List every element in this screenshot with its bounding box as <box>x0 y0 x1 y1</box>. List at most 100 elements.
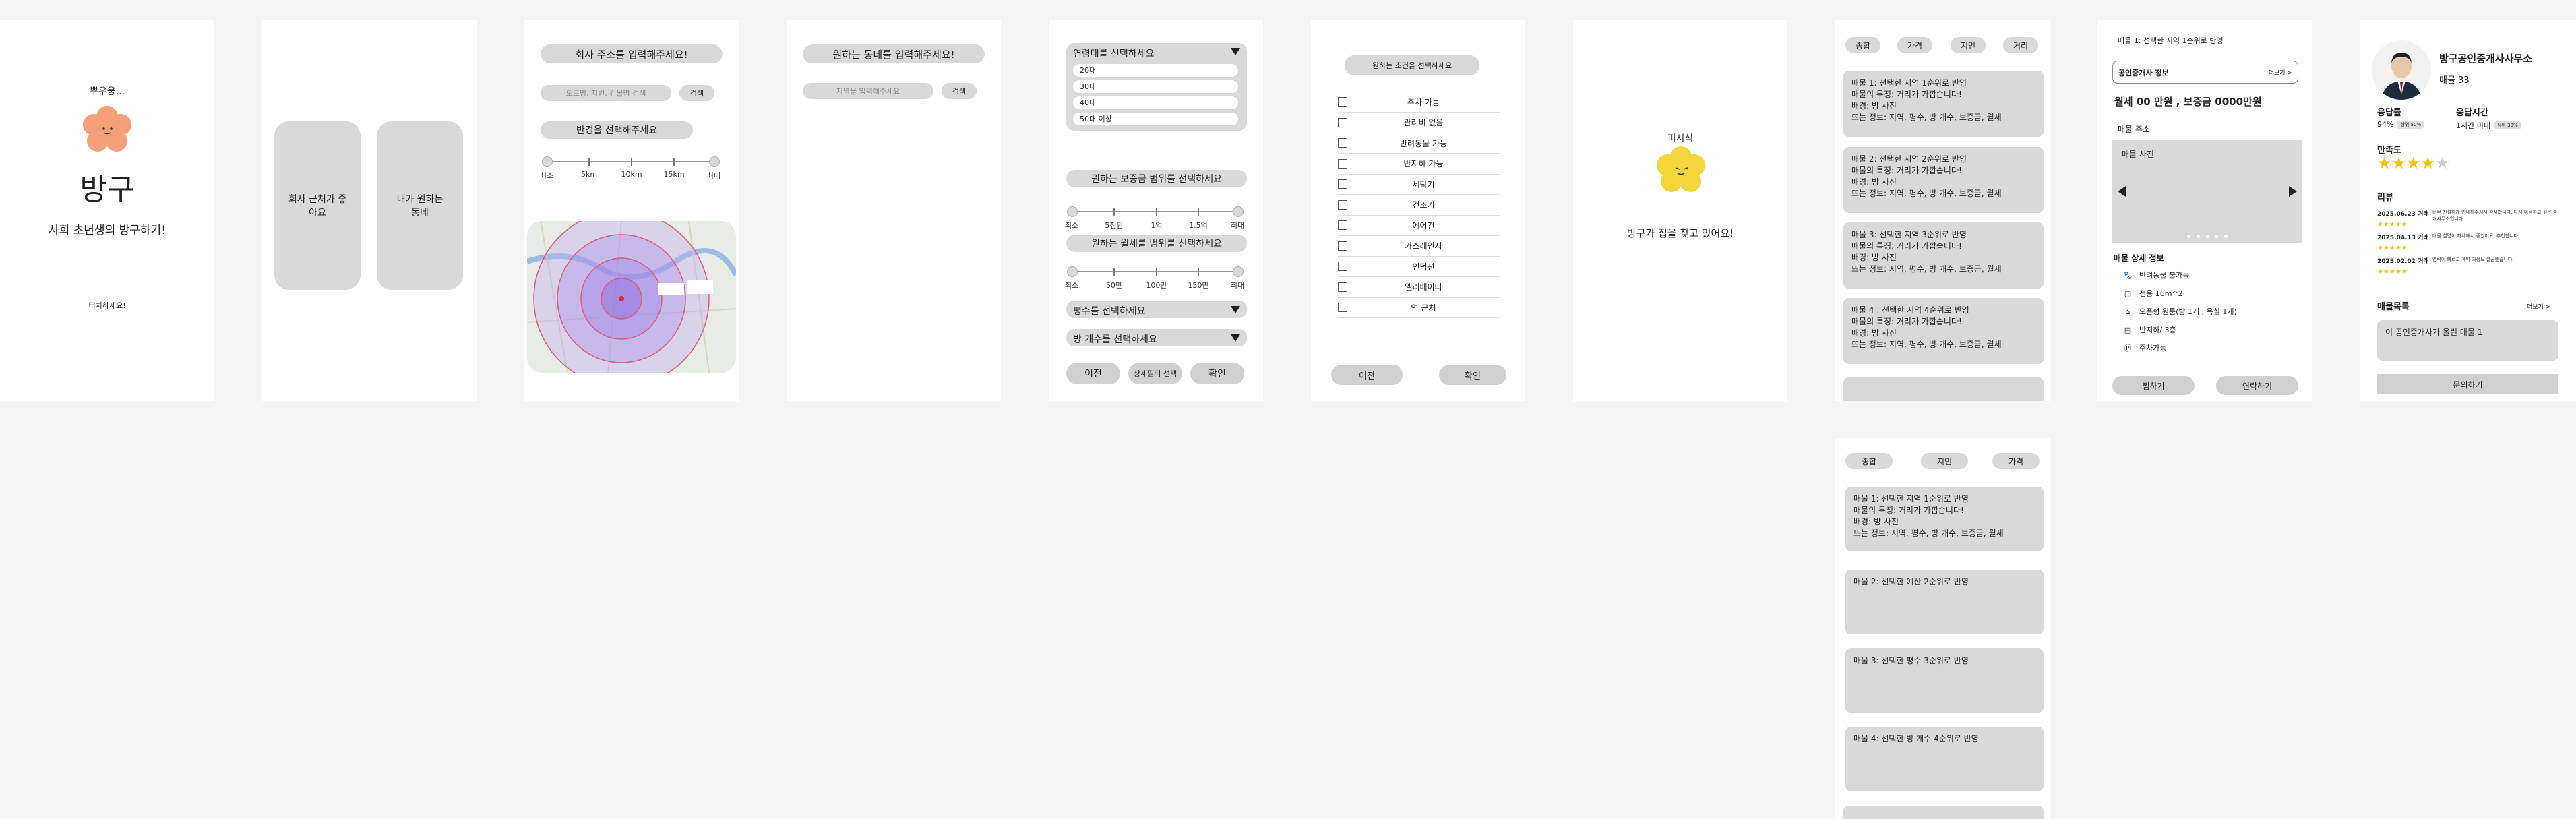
company-address-title: 회사 주소를 입력해주세요! <box>541 44 723 63</box>
option-neighborhood-button[interactable]: 내가 원하는 동네 <box>377 121 463 290</box>
app-tagline: 사회 초년생의 방구하기! <box>48 224 166 237</box>
neighborhood-search-input[interactable]: 지역을 입력해주세요 <box>803 83 933 99</box>
carousel-prev-icon[interactable] <box>2118 186 2126 197</box>
listing-card[interactable]: 매물 2: 선택한 지역 2순위로 반영 매물의 특징: 거리가 가깝습니다! 배경… <box>1843 147 2044 213</box>
listing-card-partial[interactable] <box>1843 377 2044 401</box>
checkbox-icon[interactable] <box>1338 220 1347 230</box>
condition-label: 세탁기 <box>1412 179 1435 189</box>
listing-card[interactable]: 매물 1: 선택한 지역 1순위로 반영 매물의 특징: 거리가 가깝습니다! 배경… <box>1845 487 2044 551</box>
company-search-input[interactable]: 도로명, 지번, 건물명 검색 <box>541 85 671 101</box>
age-option[interactable]: 30대 <box>1073 80 1238 93</box>
checkbox-icon[interactable] <box>1338 200 1347 210</box>
condition-row[interactable]: 주차 가능 <box>1338 92 1500 113</box>
tab-overall[interactable]: 종합 <box>1845 453 1893 469</box>
rooms-dropdown[interactable]: 방 개수를 선택하세요 <box>1066 329 1247 346</box>
condition-label: 반려동물 가능 <box>1399 138 1448 148</box>
condition-label: 역 근처 <box>1411 303 1436 313</box>
age-option[interactable]: 20대 <box>1073 64 1238 77</box>
detail-row: Ⓟ 주차가능 <box>2123 342 2167 353</box>
deposit-slider-min-handle[interactable] <box>1067 206 1078 217</box>
checkbox-icon[interactable] <box>1338 303 1347 312</box>
listing-card-line: 매물의 특징: 거리가 가깝습니다! <box>1851 241 1962 251</box>
option-company-button[interactable]: 회사 근처가 좋아요 <box>274 121 361 290</box>
checkbox-icon[interactable] <box>1338 158 1347 169</box>
tab-acquaintance[interactable]: 지인 <box>1921 453 1968 469</box>
age-option[interactable]: 50대 이상 <box>1073 113 1238 125</box>
listing-card[interactable]: 매물 1: 선택한 지역 1순위로 반영 매물의 특징: 거리가 가깝습니다! 배경… <box>1843 71 2044 137</box>
rent-slider-max-handle[interactable] <box>1233 266 1244 277</box>
confirm-button[interactable]: 확인 <box>1190 363 1244 384</box>
condition-row[interactable]: 반려동물 가능 <box>1338 133 1500 154</box>
condition-row[interactable]: 관리비 없음 <box>1338 113 1500 133</box>
review-stars: ★★★★★ <box>2377 216 2408 229</box>
condition-row[interactable]: 역 근처 <box>1338 297 1500 318</box>
listing-card-line: 뜨는 정보: 지역, 평수, 방 개수, 보증금, 월세 <box>1851 189 2002 198</box>
radius-map[interactable] <box>527 221 736 373</box>
listing-card-line: 매물 4 : 선택한 지역 4순위로 반영 <box>1851 305 1969 315</box>
listings-more-link[interactable]: 더보기 > <box>2527 302 2550 311</box>
condition-row[interactable]: 인덕션 <box>1338 256 1500 277</box>
app-title: 방구 <box>80 173 135 207</box>
listing-card-line: 매물 4: 선택한 방 개수 4순위로 반영 <box>1853 734 1979 744</box>
checkbox-icon[interactable] <box>1338 241 1347 251</box>
listing-card[interactable]: 매물 3: 선택한 평수 3순위로 반영 <box>1845 648 2044 713</box>
prev-button[interactable]: 이전 <box>1066 363 1120 384</box>
agent-info-more-link[interactable]: 더보기 > <box>2269 68 2292 77</box>
agent-info-box[interactable]: 공인중개사 정보 더보기 > <box>2112 61 2298 84</box>
listing-card[interactable]: 매물 4 : 선택한 지역 4순위로 반영 매물의 특징: 거리가 가깝습니다! 배… <box>1843 298 2044 364</box>
tab-overall[interactable]: 종합 <box>1845 37 1880 53</box>
checkbox-icon[interactable] <box>1338 97 1347 107</box>
prev-button[interactable]: 이전 <box>1331 365 1403 385</box>
listing-card[interactable]: 매물 3: 선택한 지역 3순위로 반영 매물의 특징: 거리가 가깝습니다! 배경… <box>1843 222 2044 289</box>
agency-listing-item[interactable]: 이 공인중개사가 올린 매물 1 <box>2377 320 2558 361</box>
condition-label: 건조기 <box>1412 200 1435 210</box>
agency-name: 방구공인중개사사무소 <box>2439 53 2533 65</box>
tab-price[interactable]: 가격 <box>1897 37 1932 53</box>
condition-row[interactable]: 세탁기 <box>1338 174 1500 195</box>
checkbox-icon[interactable] <box>1338 117 1347 127</box>
inquiry-button[interactable]: 문의하기 <box>2377 374 2558 394</box>
condition-label: 주차 가능 <box>1407 97 1440 107</box>
checkbox-icon[interactable] <box>1338 282 1347 292</box>
mascot-icon <box>83 106 131 152</box>
condition-row[interactable]: 가스레인지 <box>1338 236 1500 257</box>
carousel-dot <box>2196 235 2200 238</box>
area-dropdown[interactable]: 평수를 선택하세요 <box>1066 301 1247 318</box>
radius-tick <box>673 158 675 166</box>
deposit-tick-label: 1억 <box>1151 221 1163 230</box>
condition-row[interactable]: 건조기 <box>1338 195 1500 216</box>
condition-row[interactable]: 반지하 가능 <box>1338 154 1500 175</box>
confirm-button[interactable]: 확인 <box>1439 365 1506 385</box>
detail-title: 매물 상세 정보 <box>2114 253 2164 263</box>
tab-price[interactable]: 가격 <box>1992 453 2040 469</box>
screen-choice: 회사 근처가 좋아요 내가 원하는 동네 <box>262 20 477 401</box>
condition-row[interactable]: 엘리베이터 <box>1338 277 1500 298</box>
carousel-next-icon[interactable] <box>2289 186 2297 197</box>
tab-acquaintance[interactable]: 지인 <box>1951 37 1986 53</box>
checkbox-icon[interactable] <box>1338 138 1347 148</box>
condition-row[interactable]: 에어컨 <box>1338 215 1500 236</box>
age-option[interactable]: 40대 <box>1073 96 1238 109</box>
checkbox-icon[interactable] <box>1338 262 1347 271</box>
tab-distance[interactable]: 거리 <box>2003 37 2038 53</box>
detail-filter-button[interactable]: 상세필터 선택 <box>1128 363 1182 384</box>
agent-portrait-icon <box>2372 40 2431 100</box>
listing-card[interactable]: 매물 2: 선택한 예산 2순위로 반영 <box>1845 570 2044 634</box>
option-company-label: 회사 근처가 좋아요 <box>288 194 347 218</box>
checkbox-icon[interactable] <box>1338 179 1347 189</box>
deposit-slider-max-handle[interactable] <box>1233 206 1244 217</box>
radius-slider-min-handle[interactable] <box>542 156 553 167</box>
company-search-button[interactable]: 검색 <box>679 85 714 101</box>
favorite-button[interactable]: 찜하기 <box>2112 376 2195 395</box>
rent-slider-min-handle[interactable] <box>1067 266 1078 277</box>
screen-splash: 뿌우웅... 방구 사회 초년생의 방구하기! 터치하세요! <box>0 20 214 401</box>
listing-card[interactable]: 매물 4: 선택한 방 개수 4순위로 반영 <box>1845 727 2044 791</box>
age-dropdown[interactable]: 연령대를 선택하세요 20대 30대 40대 50대 이상 <box>1066 43 1247 131</box>
response-time-row: 1시간 이내 상위 30% <box>2456 120 2521 131</box>
contact-button[interactable]: 연락하기 <box>2216 376 2298 395</box>
photo-carousel[interactable]: 매물 사진 <box>2112 140 2302 243</box>
neighborhood-search-button[interactable]: 검색 <box>942 83 977 99</box>
listing-card-partial[interactable] <box>1843 806 2044 819</box>
radius-slider-max-handle[interactable] <box>709 156 720 167</box>
touch-hint[interactable]: 터치하세요! <box>0 300 214 311</box>
